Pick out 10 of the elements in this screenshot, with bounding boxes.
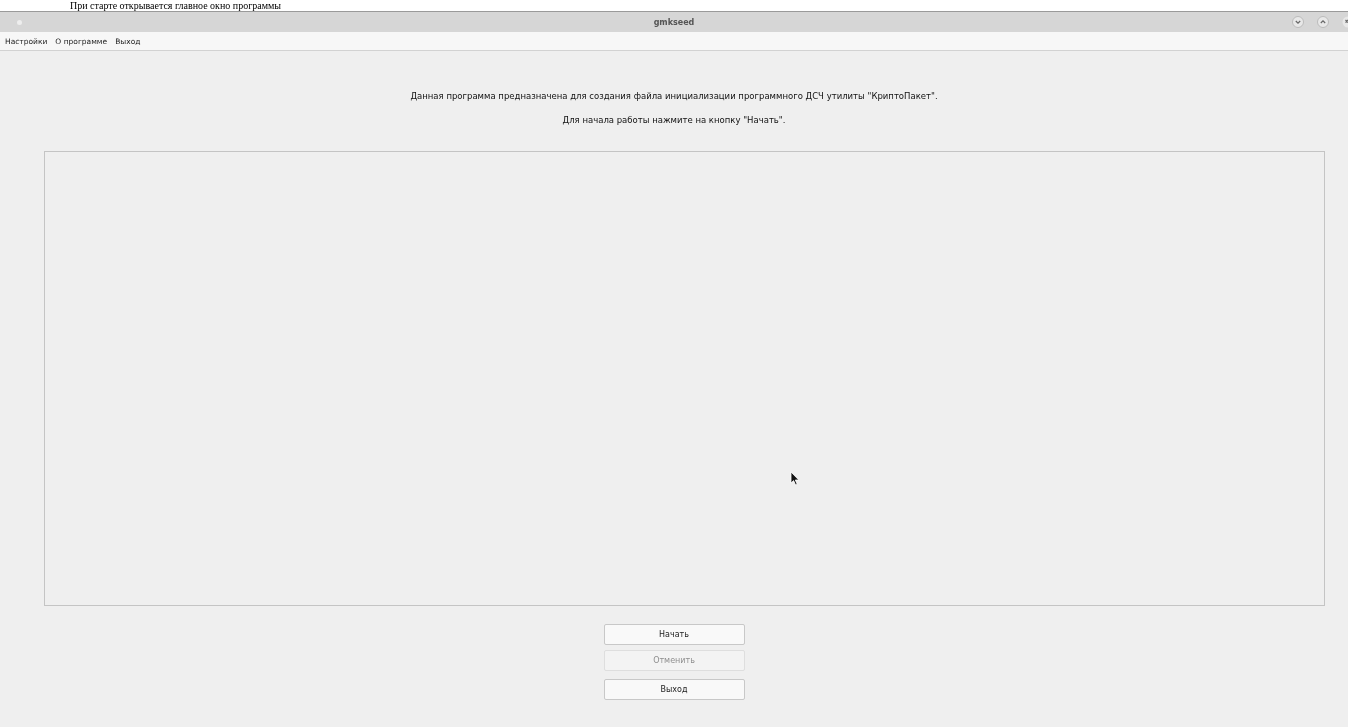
- action-button[interactable]: Начать: [603, 624, 745, 645]
- intro-text: Данная программа предназначена для создания файла инициализации программного ДСЧ утилиты "КриптоПакет".: [410, 90, 938, 102]
- action-button[interactable]: Выход: [603, 679, 745, 700]
- mouse-pointer-icon: [790, 471, 800, 486]
- window-title: gmkseed: [652, 17, 696, 27]
- intro-text: Для начала работы нажмите на кнопку "Начать".: [562, 114, 786, 126]
- document-caption: При старте открывается главное окно программы: [70, 0, 282, 11]
- maximize-icon[interactable]: [1317, 16, 1329, 28]
- close-icon[interactable]: [1342, 16, 1348, 28]
- minimize-icon[interactable]: [1292, 16, 1304, 28]
